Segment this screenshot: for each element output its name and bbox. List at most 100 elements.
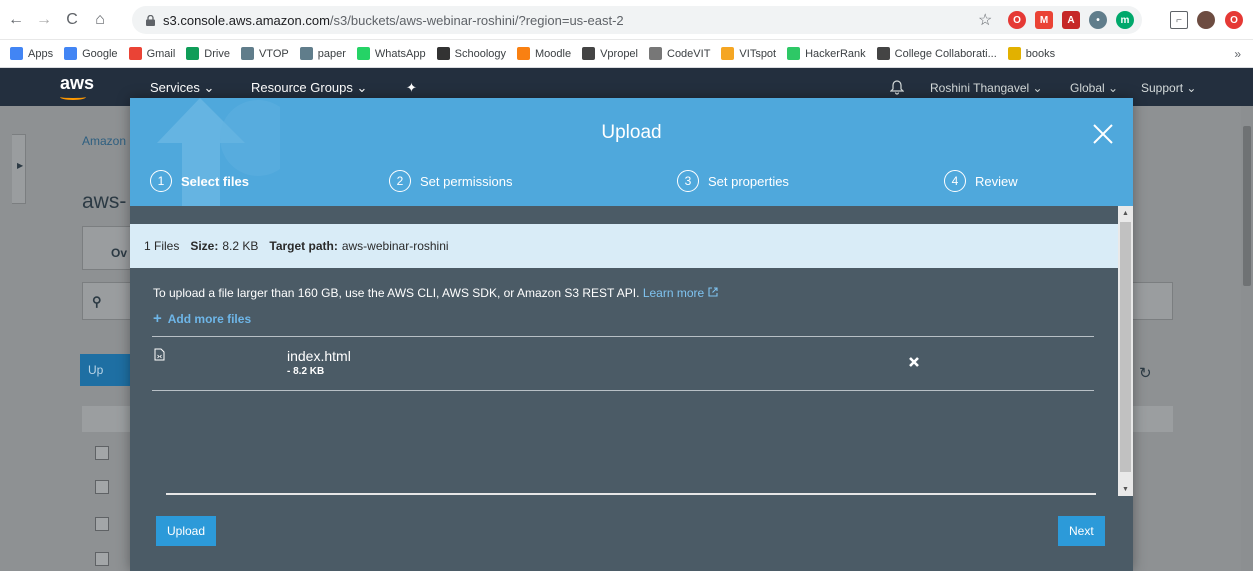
learn-more-link[interactable]: Learn more <box>643 286 718 300</box>
modal-scrollbar-thumb[interactable] <box>1120 222 1131 472</box>
bookmark-star-icon[interactable]: ☆ <box>978 10 992 30</box>
file-name: index.html <box>287 348 351 364</box>
reload-icon[interactable]: C <box>60 8 84 32</box>
bookmark-item[interactable]: Apps <box>10 47 53 60</box>
learn-more-label: Learn more <box>642 286 705 300</box>
cast-icon[interactable]: ⌐ <box>1170 11 1188 29</box>
bookmark-item[interactable]: paper <box>299 47 346 60</box>
pin-icon[interactable]: ✦ <box>406 80 417 96</box>
bell-icon[interactable] <box>890 80 904 95</box>
pdf-extension-icon[interactable]: A <box>1062 11 1080 29</box>
scroll-down-icon[interactable]: ▼ <box>1118 482 1133 496</box>
bucket-title: aws- <box>82 190 127 213</box>
bookmark-favicon-icon <box>787 47 801 60</box>
bookmark-favicon-icon <box>186 47 200 60</box>
step-set-permissions[interactable]: 2 Set permissions <box>389 170 512 192</box>
bookmark-item[interactable]: Drive <box>186 47 230 60</box>
search-box-end <box>1133 282 1173 320</box>
bookmark-item[interactable]: books <box>1007 47 1055 60</box>
forward-arrow-icon[interactable]: → <box>32 8 56 32</box>
bookmark-label: Vpropel <box>600 47 638 60</box>
bookmark-item[interactable]: WhatsApp <box>356 47 426 60</box>
bookmark-item[interactable]: Vpropel <box>582 47 638 60</box>
opera-extension-icon[interactable]: O <box>1008 11 1026 29</box>
chevron-down-icon: ⌄ <box>1108 81 1119 95</box>
bookmark-label: Google <box>82 47 118 60</box>
home-icon[interactable]: ⌂ <box>88 8 112 32</box>
step-select-files: 1 Select files <box>150 170 249 192</box>
region-menu[interactable]: Global ⌄ <box>1070 81 1118 95</box>
bookmark-favicon-icon <box>1007 47 1021 60</box>
page-scrollbar-thumb[interactable] <box>1243 126 1251 286</box>
html-file-icon <box>154 348 165 361</box>
bookmark-item[interactable]: CodeVIT <box>649 47 710 60</box>
bookmark-item[interactable]: VITspot <box>721 47 776 60</box>
remove-file-icon[interactable] <box>908 356 920 368</box>
bookmark-label: Apps <box>28 47 54 60</box>
row-checkbox <box>95 446 109 460</box>
upload-button[interactable]: Upload <box>156 516 217 546</box>
bookmark-item[interactable]: Schoology <box>436 47 506 60</box>
bookmark-label: VTOP <box>258 47 289 60</box>
bookmark-favicon-icon <box>64 47 78 60</box>
bookmark-label: paper <box>317 47 346 60</box>
back-arrow-icon[interactable]: ← <box>4 8 28 32</box>
bookmark-label: CodeVIT <box>667 47 711 60</box>
size-label: Size: <box>190 239 219 253</box>
chevron-down-icon: ⌄ <box>356 80 368 95</box>
services-label: Services <box>150 80 200 95</box>
external-link-icon <box>707 287 718 297</box>
gmail-extension-icon[interactable]: M <box>1035 11 1053 29</box>
table-header <box>82 406 132 432</box>
step-review[interactable]: 4 Review <box>944 170 1018 192</box>
modal-title: Upload <box>601 122 662 143</box>
scroll-up-icon[interactable]: ▲ <box>1118 206 1133 220</box>
row-checkbox <box>95 517 109 531</box>
url-host: s3.console.aws.amazon.com <box>163 12 330 28</box>
step-number: 1 <box>150 170 172 192</box>
aws-logo[interactable]: aws <box>60 73 94 94</box>
file-size: - 8.2 KB <box>287 366 325 377</box>
bookmark-item[interactable]: Gmail <box>128 47 175 60</box>
step-label: Set properties <box>708 173 789 189</box>
bookmark-favicon-icon <box>721 47 735 60</box>
upload-modal-body: 1 Files Size: 8.2 KB Target path: aws-we… <box>130 206 1118 506</box>
bookmark-item[interactable]: College Collaborati... <box>876 47 997 60</box>
search-box <box>82 282 132 320</box>
pin-extension-icon[interactable]: • <box>1089 11 1107 29</box>
target-path-label: Target path: <box>269 239 338 253</box>
upload-modal: Upload 1 Select files 2 Set permissions … <box>130 98 1133 571</box>
meet-extension-icon[interactable]: m <box>1116 11 1134 29</box>
bookmark-item[interactable]: Google <box>64 47 118 60</box>
close-icon[interactable] <box>1091 122 1115 146</box>
add-more-files-button[interactable]: + Add more files <box>153 310 251 327</box>
avatar[interactable] <box>1197 11 1215 29</box>
resource-groups-menu[interactable]: Resource Groups ⌄ <box>251 80 367 96</box>
size-value: 8.2 KB <box>222 239 259 253</box>
bookmark-favicon-icon <box>876 47 890 60</box>
plus-icon: + <box>153 310 162 327</box>
bookmark-label: Schoology <box>454 47 506 60</box>
user-menu[interactable]: Roshini Thangavel ⌄ <box>930 81 1043 95</box>
target-path-value: aws-webinar-roshini <box>341 239 449 253</box>
support-menu[interactable]: Support ⌄ <box>1141 81 1196 95</box>
modal-scrollbar[interactable]: ▲ ▼ <box>1118 206 1133 496</box>
bookmark-favicon-icon <box>128 47 142 60</box>
caret-right-icon: ▶ <box>17 161 24 170</box>
step-label: Select files <box>181 173 249 189</box>
opera-menu-icon[interactable]: O <box>1225 11 1243 29</box>
page-scrollbar[interactable] <box>1241 106 1253 571</box>
note-text: To upload a file larger than 160 GB, use… <box>153 286 640 300</box>
bookmark-item[interactable]: VTOP <box>240 47 289 60</box>
more-bookmarks-icon[interactable]: » <box>1234 47 1241 61</box>
bookmark-label: College Collaborati... <box>894 47 997 60</box>
step-set-properties[interactable]: 3 Set properties <box>677 170 789 192</box>
bookmark-favicon-icon <box>10 47 23 60</box>
bookmark-item[interactable]: Moodle <box>517 47 571 60</box>
bookmark-label: Drive <box>204 47 230 60</box>
bookmark-item[interactable]: HackerRank <box>787 47 866 60</box>
services-menu[interactable]: Services ⌄ <box>150 80 214 96</box>
next-button[interactable]: Next <box>1058 516 1105 546</box>
file-count: 1 Files <box>144 239 180 253</box>
lock-icon <box>146 14 155 26</box>
